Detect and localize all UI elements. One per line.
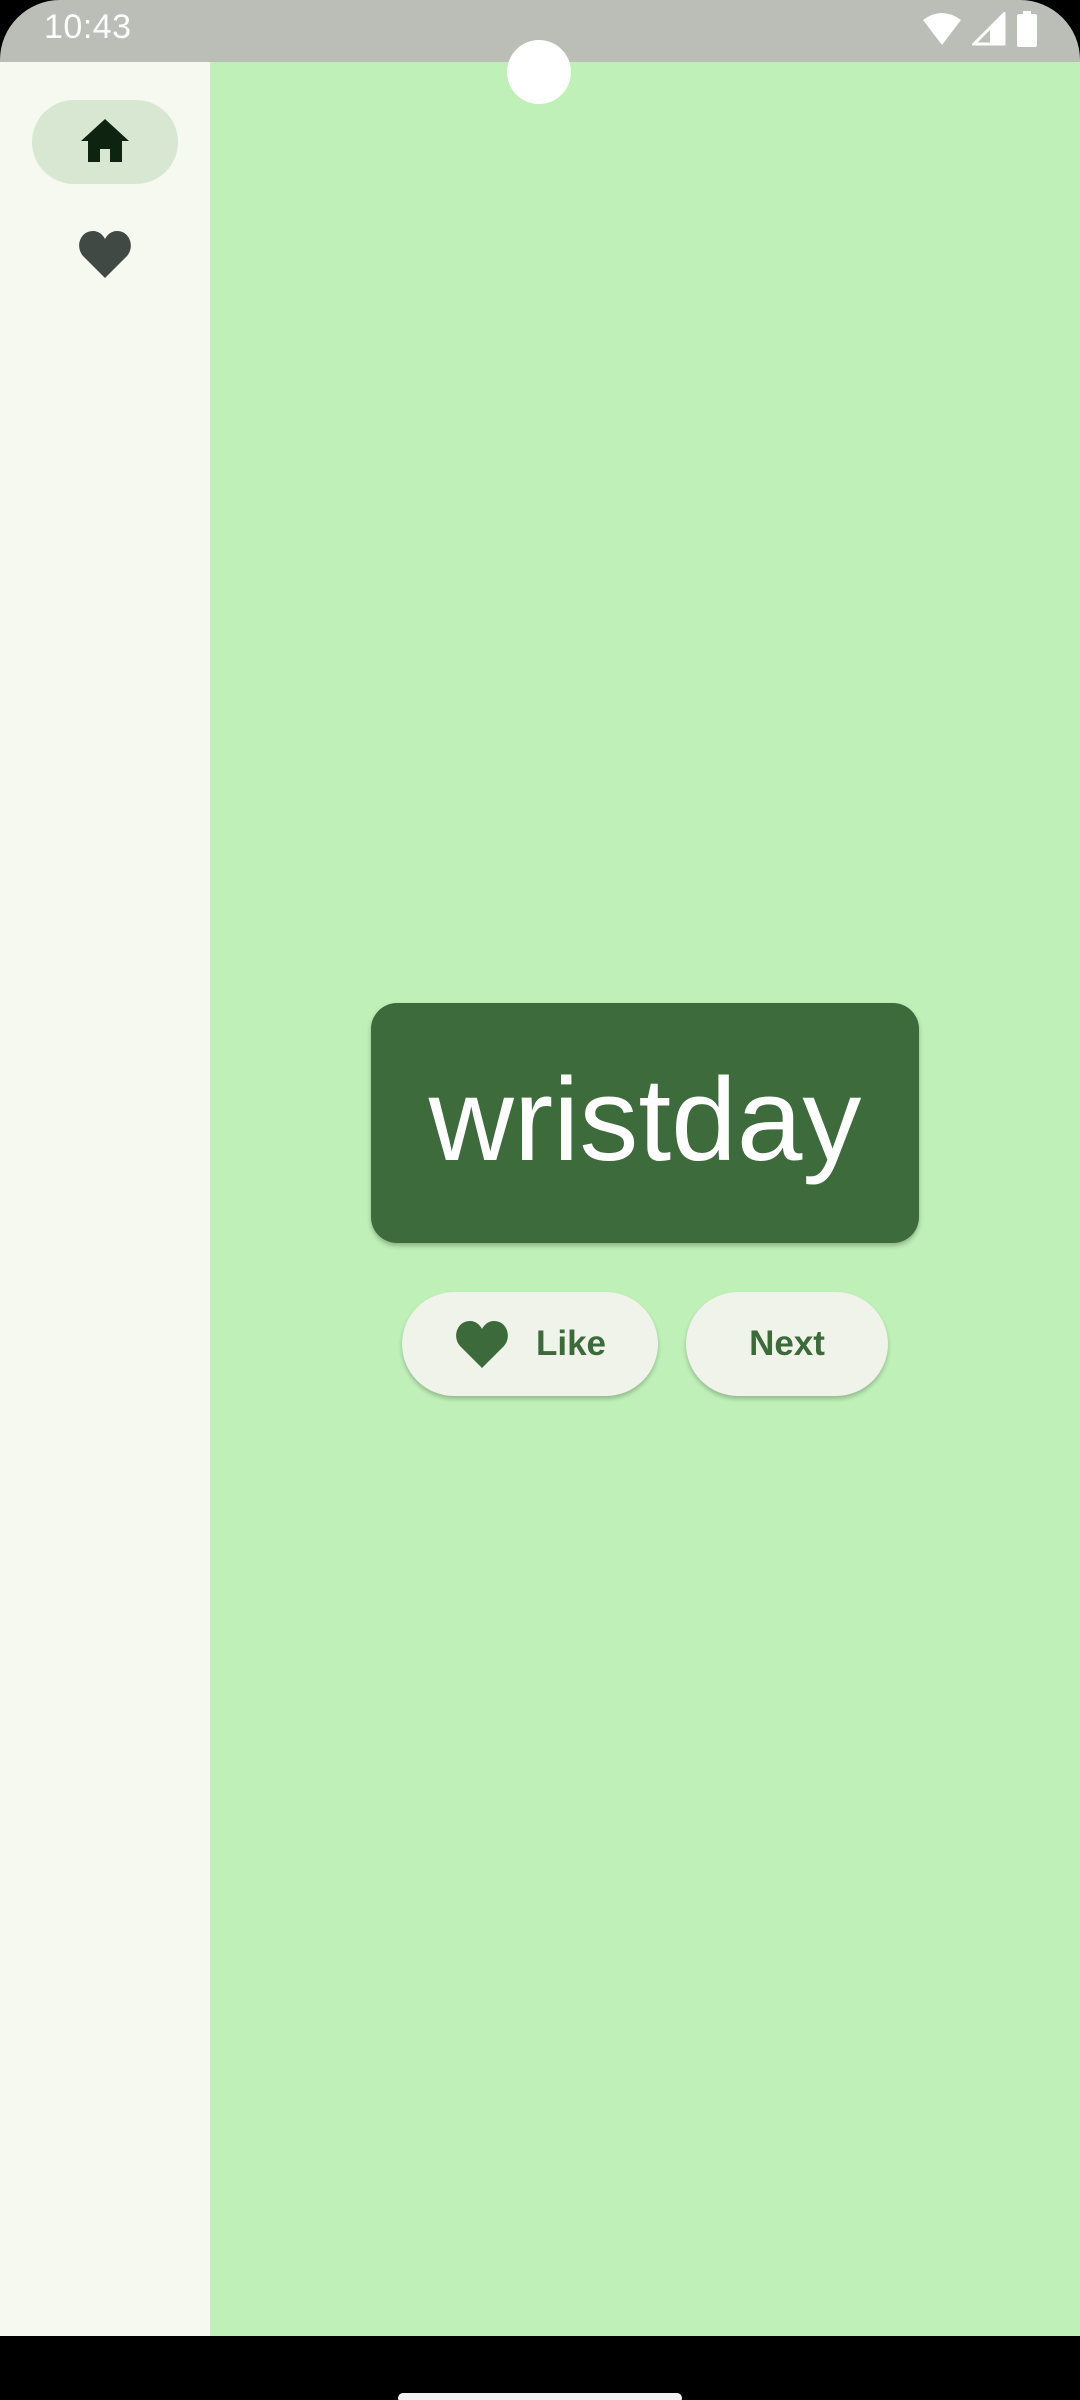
heart-icon <box>454 1319 510 1369</box>
home-indicator[interactable] <box>398 2393 682 2400</box>
app-screen: 10:43 wristday Like Next <box>0 0 1080 2400</box>
status-time: 10:43 <box>44 8 132 46</box>
nav-item-favorites[interactable] <box>32 214 178 298</box>
battery-icon <box>1016 11 1038 51</box>
navigation-rail <box>0 62 210 2336</box>
next-button-label: Next <box>749 1324 825 1363</box>
heart-icon <box>78 229 132 283</box>
system-navigation-bar <box>0 2336 1080 2400</box>
home-icon <box>80 117 130 167</box>
camera-cutout <box>507 40 571 104</box>
next-button[interactable]: Next <box>686 1292 888 1396</box>
word-card: wristday <box>371 1003 919 1243</box>
nav-item-home[interactable] <box>32 100 178 184</box>
word-text: wristday <box>428 1054 862 1186</box>
main-content: wristday Like Next <box>210 62 1080 2336</box>
wifi-icon <box>922 12 962 50</box>
signal-icon <box>970 10 1006 50</box>
like-button[interactable]: Like <box>402 1292 658 1396</box>
status-icons <box>922 10 1038 51</box>
like-button-label: Like <box>535 1324 607 1363</box>
